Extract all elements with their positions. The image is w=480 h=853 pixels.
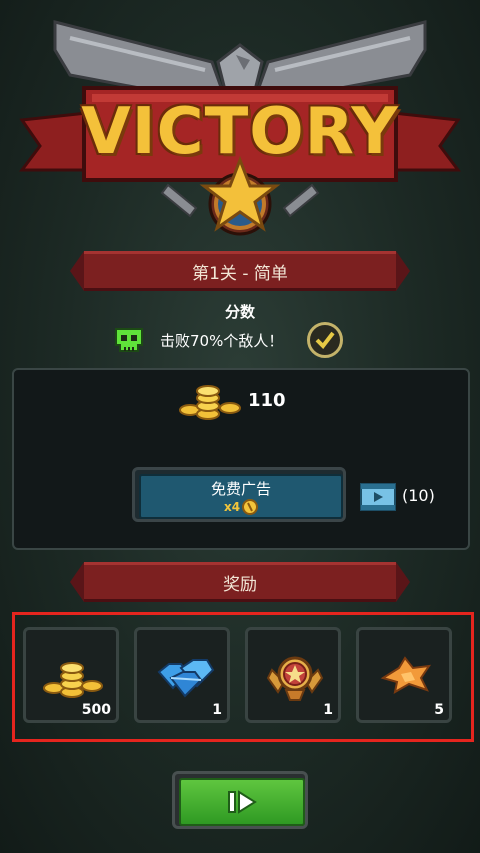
objective-row: 击败70%个敌人！ — [112, 322, 372, 358]
victory-title: VICTORY — [81, 95, 399, 169]
play-next-icon — [228, 790, 257, 814]
gold-coins-icon — [43, 662, 103, 698]
ad-remaining-count: (10) — [402, 486, 435, 505]
reward-quantity: 1 — [323, 702, 333, 718]
orange-part-icon — [380, 656, 432, 694]
reward-quantity: 1 — [212, 702, 222, 718]
level-label: 第1关 - 简单 — [192, 263, 288, 284]
ad-multiplier-text: x4 — [223, 500, 241, 514]
reward-card-coins[interactable]: 500 — [23, 627, 119, 723]
reward-quantity: 5 — [434, 702, 444, 718]
rewards-title: 奖励 — [223, 574, 257, 595]
reward-card-part[interactable]: 5 — [356, 627, 452, 723]
reward-quantity: 500 — [81, 702, 111, 718]
skull-icon — [115, 328, 143, 352]
level-ribbon: 第1关 - 简单 — [70, 251, 410, 291]
score-label: 分数 — [224, 303, 255, 321]
blue-gems-icon — [157, 659, 215, 698]
free-ad-label: 免费广告 — [210, 480, 271, 498]
coins-earned: 110 — [248, 390, 286, 411]
free-ad-button[interactable]: 免费广告 x4 — [132, 467, 346, 522]
rewards-ribbon: 奖励 — [70, 562, 410, 602]
gold-coins-icon — [179, 385, 241, 420]
reward-card-gems[interactable]: 1 — [134, 627, 230, 723]
victory-emblem: VICTORY — [0, 0, 480, 245]
checkmark-icon — [315, 331, 335, 349]
ad-multiplier: x4 — [223, 499, 259, 515]
star-medal-icon — [266, 656, 324, 701]
objective-text: 击败70%个敌人！ — [160, 331, 284, 350]
objective-check — [307, 322, 344, 358]
video-ad-icon — [360, 483, 396, 511]
coin-icon — [242, 499, 259, 515]
reward-card-medal[interactable]: 1 — [245, 627, 341, 723]
continue-button[interactable] — [172, 771, 308, 829]
